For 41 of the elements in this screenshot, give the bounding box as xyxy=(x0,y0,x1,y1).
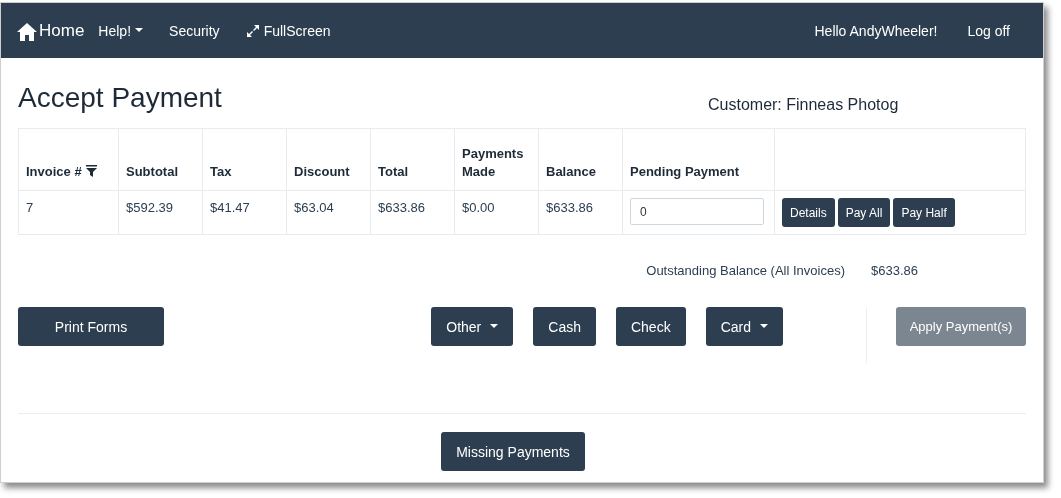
print-forms-button[interactable]: Print Forms xyxy=(18,307,164,346)
row-action-button[interactable]: Pay Half xyxy=(893,198,955,227)
row-action-button[interactable]: Pay All xyxy=(837,198,891,227)
table-cell: $63.04 xyxy=(286,190,371,235)
row-action-button[interactable]: Details xyxy=(782,198,835,227)
column-header: Pending Payment xyxy=(622,128,775,191)
home-link[interactable]: Home xyxy=(17,20,85,41)
column-header: Balance xyxy=(538,128,623,191)
caret-icon xyxy=(760,324,768,329)
caret-icon xyxy=(135,28,144,33)
column-header: Tax xyxy=(202,128,287,191)
column-header: Invoice # xyxy=(18,128,119,191)
nav-link[interactable]: Security xyxy=(169,22,220,39)
table-cell: $633.86 xyxy=(538,190,623,235)
column-header: Total xyxy=(370,128,455,191)
nav-link[interactable]: Help! xyxy=(98,22,144,39)
column-header: Payments Made xyxy=(454,128,539,191)
table-cell: $41.47 xyxy=(202,190,287,235)
expand-icon xyxy=(245,23,260,38)
payment-method-button[interactable]: Card xyxy=(705,307,783,346)
greeting-link[interactable]: Hello AndyWheeler! xyxy=(814,22,938,39)
column-header: Subtotal xyxy=(118,128,203,191)
outstanding-value: $633.86 xyxy=(871,263,918,278)
payment-method-button[interactable]: Cash xyxy=(533,307,596,346)
payment-method-button[interactable]: Other xyxy=(431,307,514,346)
home-icon xyxy=(17,22,37,41)
outstanding-label: Outstanding Balance (All Invoices) xyxy=(646,263,845,278)
caret-icon xyxy=(490,324,499,329)
table-cell: $633.86 xyxy=(370,190,455,235)
payment-method-button[interactable]: Check xyxy=(615,307,686,346)
customer-name: Customer: Finneas Photog xyxy=(708,96,899,114)
logoff-link[interactable]: Log off xyxy=(967,22,1010,39)
payment-input[interactable]: 0 xyxy=(630,198,764,225)
missing-payments-button[interactable]: Missing Payments xyxy=(441,432,585,471)
table-cell: 7 xyxy=(18,190,119,235)
column-header: Discount xyxy=(286,128,371,191)
table-cell: $0.00 xyxy=(454,190,539,235)
filter-icon[interactable] xyxy=(85,164,97,177)
page-title: Accept Payment xyxy=(18,82,223,114)
nav-link[interactable]: FullScreen xyxy=(245,22,331,39)
table-cell: $592.39 xyxy=(118,190,203,235)
